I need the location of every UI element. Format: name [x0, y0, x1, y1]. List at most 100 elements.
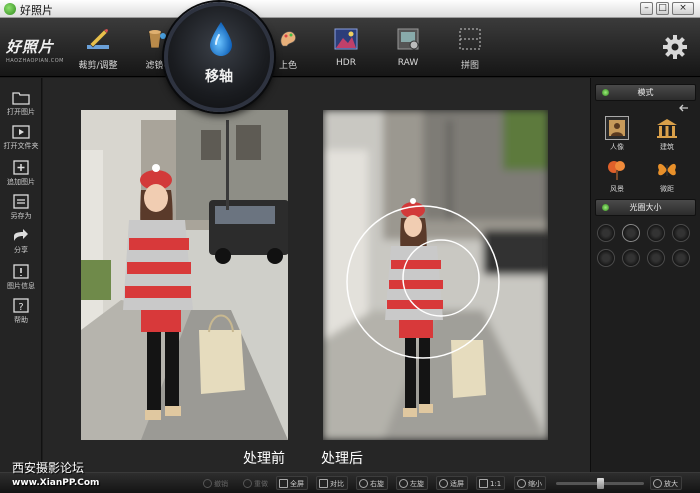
redo-label: 重做 — [254, 480, 268, 488]
tool-collage[interactable]: 拼图 — [446, 26, 494, 74]
zoom-slider[interactable] — [556, 478, 644, 489]
fullscreen-label: 全屏 — [290, 480, 304, 488]
aperture-option-3[interactable] — [647, 224, 665, 242]
zoom-out-icon — [517, 479, 526, 488]
bottom-toolbar: 撤销 重做 全屏 对比 右旋 左旋 适屏 1:1 缩小 放大 — [0, 472, 700, 493]
maximize-button[interactable]: □ — [656, 2, 669, 15]
rotate-right-button[interactable]: 右旋 — [356, 476, 388, 490]
svg-text:?: ? — [18, 302, 23, 313]
fit-screen-label: 适屏 — [450, 480, 464, 488]
zoom-slider-handle[interactable] — [596, 478, 604, 489]
sidebar-label: 另存为 — [10, 212, 32, 220]
sidebar-label: 分享 — [14, 246, 28, 254]
logo-brand: 好照片 — [6, 38, 55, 56]
mode-portrait[interactable]: 人像 — [595, 116, 639, 156]
compare-button[interactable]: 对比 — [316, 476, 348, 490]
fit-screen-button[interactable]: 适屏 — [436, 476, 468, 490]
portrait-icon — [605, 116, 629, 140]
app-logo: 好照片 HAOZHAOPIAN.COM — [6, 36, 64, 68]
sidebar-item-save-as[interactable]: 另存为 — [0, 188, 42, 222]
aperture-option-6[interactable] — [622, 249, 640, 267]
sidebar-item-add-image[interactable]: 追加图片 — [0, 154, 42, 188]
sidebar-label: 打开文件夹 — [3, 142, 39, 150]
actual-size-icon — [479, 479, 488, 488]
tool-label: 拼图 — [460, 61, 479, 71]
play-folder-icon — [12, 124, 30, 139]
aperture-option-7[interactable] — [647, 249, 665, 267]
app-icon — [4, 3, 16, 15]
add-image-icon — [12, 160, 30, 175]
sidebar-label: 打开图片 — [7, 108, 35, 116]
sidebar-item-share[interactable]: 分享 — [0, 222, 42, 256]
zoom-out-button[interactable]: 缩小 — [514, 476, 546, 490]
status-led-icon — [602, 204, 609, 211]
rotate-left-button[interactable]: 左旋 — [396, 476, 428, 490]
mode-macro[interactable]: 微距 — [645, 158, 689, 198]
rotate-left-icon — [399, 479, 408, 488]
sidebar-item-image-info[interactable]: 图片信息 — [0, 258, 42, 292]
sidebar-item-help[interactable]: ? 帮助 — [0, 292, 42, 326]
tool-crop-adjust[interactable]: 裁剪/调整 — [74, 26, 122, 74]
mode-label: 建筑 — [660, 143, 674, 151]
sidebar-item-open-folder[interactable]: 打开文件夹 — [0, 118, 42, 152]
status-led-icon — [602, 89, 609, 96]
aperture-option-2[interactable] — [622, 224, 640, 242]
tool-tilt-shift-active[interactable]: 移轴 — [164, 2, 274, 112]
after-photo — [323, 110, 548, 440]
mode-label: 微距 — [660, 185, 674, 193]
save-as-icon — [12, 194, 30, 209]
close-button[interactable]: × — [672, 2, 694, 15]
zoom-out-label: 缩小 — [528, 480, 542, 488]
tool-label: RAW — [397, 58, 419, 68]
share-icon — [12, 228, 30, 243]
zoom-in-button[interactable]: 放大 — [650, 476, 682, 490]
before-photo — [81, 110, 288, 440]
watermark-url: www.XianPP.Com — [12, 478, 100, 488]
aperture-header: 光圈大小 — [595, 199, 696, 216]
after-label: 处理后 — [321, 451, 363, 467]
undo-label: 撤销 — [214, 480, 228, 488]
zoom-in-icon — [653, 479, 662, 488]
actual-size-label: 1:1 — [490, 480, 502, 488]
folder-icon — [12, 90, 30, 105]
aperture-option-1[interactable] — [597, 224, 615, 242]
aperture-option-8[interactable] — [672, 249, 690, 267]
sidebar-label: 帮助 — [14, 316, 28, 324]
mode-landscape[interactable]: 风景 — [595, 158, 639, 198]
pencil-ruler-icon — [85, 26, 111, 52]
mode-building[interactable]: 建筑 — [645, 116, 689, 156]
rotate-right-label: 右旋 — [370, 480, 384, 488]
tool-label: 裁剪/调整 — [78, 61, 118, 71]
minimize-button[interactable]: – — [640, 2, 653, 15]
fullscreen-icon — [279, 479, 288, 488]
image-canvas: 处理前 处理后 — [43, 78, 590, 472]
tool-hdr[interactable]: HDR — [322, 26, 370, 74]
tool-raw[interactable]: RAW — [384, 26, 432, 74]
mode-label: 风景 — [610, 185, 624, 193]
logo-sub: HAOZHAOPIAN.COM — [6, 58, 64, 64]
rotate-left-label: 左旋 — [410, 480, 424, 488]
water-drop-icon — [210, 22, 232, 56]
undo-button[interactable]: 撤销 — [200, 476, 232, 490]
collage-icon — [457, 26, 483, 52]
compare-label: 对比 — [330, 480, 344, 488]
mode-title: 模式 — [637, 88, 654, 97]
aperture-option-4[interactable] — [672, 224, 690, 242]
window-title: 好照片 — [20, 4, 53, 17]
gear-icon[interactable] — [662, 34, 688, 60]
right-panel: 模式 人像 建筑 风景 微距 光圈大小 — [590, 78, 700, 472]
fullscreen-button[interactable]: 全屏 — [276, 476, 308, 490]
actual-size-button[interactable]: 1:1 — [476, 476, 506, 490]
sidebar-label: 图片信息 — [7, 282, 35, 290]
aperture-option-5[interactable] — [597, 249, 615, 267]
undo-icon — [203, 479, 212, 488]
active-tool-label: 移轴 — [205, 69, 233, 85]
back-arrow-icon[interactable] — [679, 104, 689, 112]
zoom-in-label: 放大 — [664, 480, 678, 488]
info-icon — [12, 264, 30, 279]
raw-icon — [395, 26, 421, 52]
help-icon: ? — [12, 298, 30, 313]
watermark-text: 西安摄影论坛 — [12, 461, 85, 475]
sidebar-item-open-image[interactable]: 打开图片 — [0, 84, 42, 118]
redo-button[interactable]: 重做 — [240, 476, 272, 490]
